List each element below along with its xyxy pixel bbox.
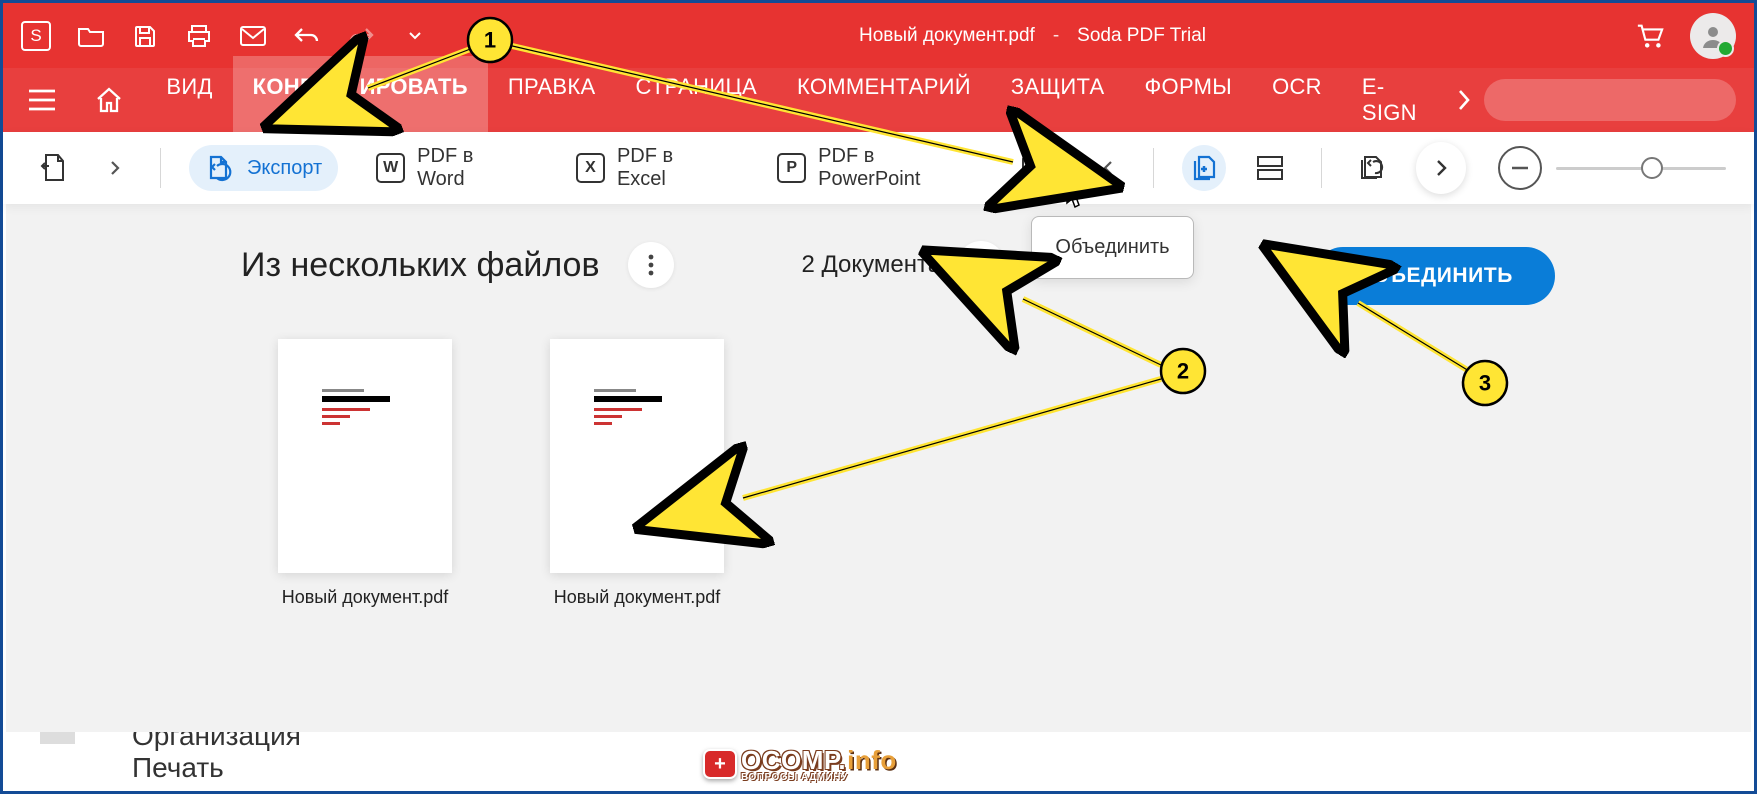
zoom-thumb[interactable] <box>1641 157 1663 179</box>
tab-comment[interactable]: КОММЕНТАРИЙ <box>777 56 991 144</box>
open-icon[interactable] <box>77 22 105 50</box>
tab-ocr[interactable]: OCR <box>1252 56 1342 144</box>
pdf-to-excel-button[interactable]: X PDF в Excel <box>560 137 739 199</box>
export-button[interactable]: Экспорт <box>189 145 338 191</box>
main-tabs: ВИД КОНВЕРТИРОВАТЬ ПРАВКА СТРАНИЦА КОММЕ… <box>146 56 1436 144</box>
merge-icon[interactable] <box>1182 145 1226 191</box>
batch-icon[interactable] <box>1350 145 1394 191</box>
below-line2: Печать <box>132 752 224 784</box>
dropdown-icon[interactable] <box>401 22 429 50</box>
cart-icon[interactable] <box>1636 22 1664 50</box>
sub-toolbar: Экспорт W PDF в Word X PDF в Excel P PDF… <box>3 132 1754 204</box>
pdf-to-ppt-label: PDF в PowerPoint <box>818 145 976 191</box>
tab-esign[interactable]: E-SIGN <box>1342 56 1437 144</box>
zoom-out-button[interactable] <box>1498 146 1542 190</box>
tab-view[interactable]: ВИД <box>146 56 232 144</box>
watermark-badge-icon: + <box>703 749 737 779</box>
workarea-title: Из нескольких файлов <box>241 246 600 285</box>
doc-count-group: 2 Документа <box>802 241 1006 289</box>
document-title: Новый документ.pdf <box>859 25 1035 47</box>
document-thumbnail <box>550 339 724 573</box>
pdf-to-excel-label: PDF в Excel <box>617 145 723 191</box>
pdf-to-word-label: PDF в Word <box>417 145 522 191</box>
app-name: Soda PDF Trial <box>1077 25 1206 47</box>
more-options-button[interactable] <box>628 242 674 288</box>
document-item[interactable]: Новый документ.pdf <box>278 339 452 608</box>
titlebar-left-group: S <box>21 21 429 51</box>
redo-icon[interactable] <box>347 22 375 50</box>
tab-convert[interactable]: КОНВЕРТИРОВАТЬ <box>233 56 488 144</box>
image-icon[interactable] <box>1014 145 1058 191</box>
ppt-icon: P <box>777 153 806 183</box>
titlebar-right-group <box>1636 13 1736 59</box>
breadcrumb-chevron-icon[interactable] <box>97 150 132 186</box>
hamburger-icon[interactable] <box>21 78 64 122</box>
sb-divider-2 <box>1153 148 1154 188</box>
search-pill[interactable] <box>1484 79 1736 121</box>
subbar-scroll-right-icon[interactable] <box>1416 142 1466 194</box>
word-icon: W <box>376 153 405 183</box>
doc-count-label: 2 Документа <box>802 251 942 279</box>
workarea: Из нескольких файлов 2 Документа ОБЪЕДИН… <box>6 201 1751 736</box>
tab-forms[interactable]: ФОРМЫ <box>1125 56 1253 144</box>
tabs-scroll-right-icon[interactable] <box>1447 89 1482 111</box>
pdf-to-ppt-button[interactable]: P PDF в PowerPoint <box>761 137 992 199</box>
document-name: Новый документ.pdf <box>554 587 721 608</box>
tab-edit[interactable]: ПРАВКА <box>488 56 616 144</box>
zoom-control <box>1498 146 1726 190</box>
tab-page[interactable]: СТРАНИЦА <box>615 56 777 144</box>
excel-icon: X <box>576 153 605 183</box>
export-label: Экспорт <box>247 157 322 180</box>
home-icon[interactable] <box>88 78 131 122</box>
cursor-icon <box>1065 183 1087 209</box>
account-icon[interactable] <box>1690 13 1736 59</box>
merge-tooltip: Объединить <box>1031 216 1194 279</box>
sb-divider-3 <box>1321 148 1322 188</box>
mail-icon[interactable] <box>239 22 267 50</box>
title-sep: - <box>1053 25 1059 47</box>
save-icon[interactable] <box>131 22 159 50</box>
document-name: Новый документ.pdf <box>282 587 449 608</box>
below-line1: Организация <box>132 732 301 752</box>
undo-icon[interactable] <box>293 22 321 50</box>
merge-button[interactable]: ОБЪЕДИНИТЬ <box>1314 247 1555 305</box>
watermark: + OCOMP.info ВОПРОСЫ АДМИНУ <box>703 745 897 783</box>
export-icon <box>205 153 235 183</box>
document-thumbnail <box>278 339 452 573</box>
tab-protect[interactable]: ЗАЩИТА <box>991 56 1125 144</box>
documents-row: Новый документ.pdf Новый документ.pdf <box>278 339 1681 608</box>
menubar: ВИД КОНВЕРТИРОВАТЬ ПРАВКА СТРАНИЦА КОММЕ… <box>3 68 1754 132</box>
zoom-slider[interactable] <box>1556 167 1726 170</box>
split-icon[interactable] <box>1248 145 1292 191</box>
file-new-icon[interactable] <box>31 145 75 191</box>
pdf-to-word-button[interactable]: W PDF в Word <box>360 137 538 199</box>
add-document-button[interactable] <box>957 241 1005 289</box>
sb-divider <box>160 148 161 188</box>
merge-tooltip-label: Объединить <box>1055 236 1169 259</box>
app-logo-icon[interactable]: S <box>21 21 51 51</box>
document-item[interactable]: Новый документ.pdf <box>550 339 724 608</box>
subbar-scroll-left-icon[interactable] <box>1090 150 1125 186</box>
print-icon[interactable] <box>185 22 213 50</box>
watermark-tld: info <box>847 745 897 776</box>
titlebar-title-group: Новый документ.pdf - Soda PDF Trial <box>455 25 1610 47</box>
